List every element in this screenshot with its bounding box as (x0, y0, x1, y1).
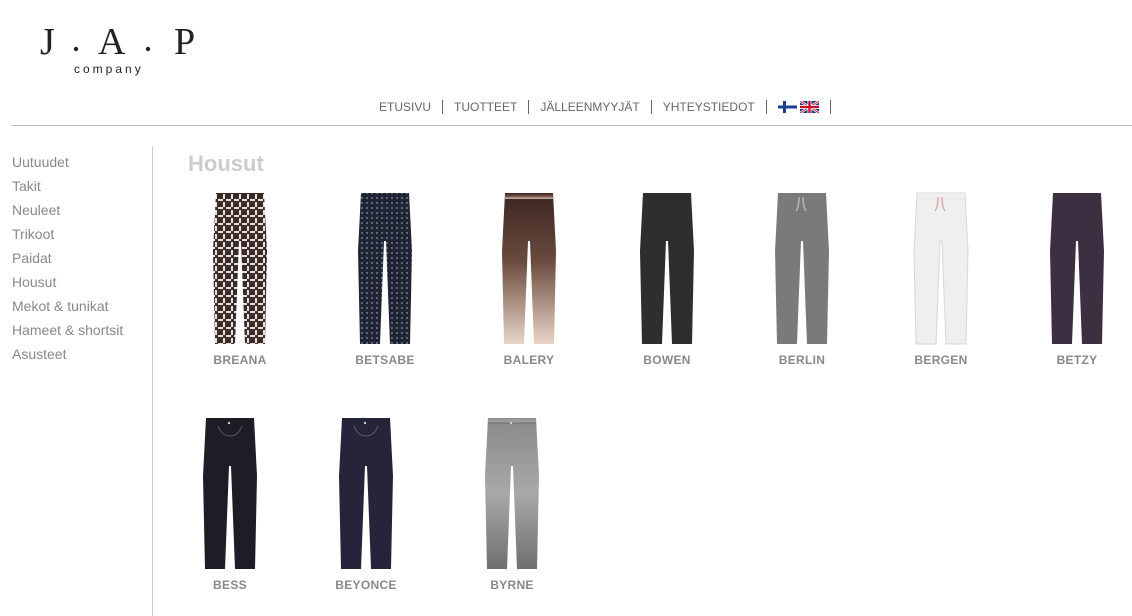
product-image[interactable] (1047, 191, 1107, 347)
product-card-breana[interactable]: BREANA (180, 191, 300, 367)
product-image[interactable] (772, 191, 832, 347)
product-image[interactable] (911, 191, 971, 347)
nav-tuotteet[interactable]: TUOTTEET (443, 100, 530, 114)
product-name[interactable]: BERGEN (881, 353, 1001, 367)
sidebar-item-mekot-tunikat[interactable]: Mekot & tunikat (12, 294, 123, 318)
sidebar-item-uutuudet[interactable]: Uutuudet (12, 150, 123, 174)
sidebar-item-housut[interactable]: Housut (12, 270, 123, 294)
product-name[interactable]: BOWEN (607, 353, 727, 367)
product-name[interactable]: BESS (170, 578, 290, 592)
sidebar-item-hameet-shortsit[interactable]: Hameet & shortsit (12, 318, 123, 342)
sidebar-item-asusteet[interactable]: Asusteet (12, 342, 123, 366)
uk-flag-icon[interactable] (799, 101, 819, 113)
logo[interactable]: J A P company (40, 21, 200, 76)
nav-jalleenmyyjat[interactable]: JÄLLEENMYYJÄT (529, 100, 652, 114)
sidebar-item-takit[interactable]: Takit (12, 174, 123, 198)
product-name[interactable]: BYRNE (452, 578, 572, 592)
product-card-beyonce[interactable]: BEYONCE (306, 416, 426, 592)
language-switcher (767, 100, 831, 114)
product-card-bess[interactable]: BESS (170, 416, 290, 592)
product-image[interactable] (336, 416, 396, 572)
top-navigation: ETUSIVU TUOTTEET JÄLLEENMYYJÄT YHTEYSTIE… (368, 100, 831, 114)
product-card-byrne[interactable]: BYRNE (452, 416, 572, 592)
product-name[interactable]: BETSABE (325, 353, 445, 367)
product-image[interactable] (355, 191, 415, 347)
nav-yhteystiedot[interactable]: YHTEYSTIEDOT (652, 100, 767, 114)
product-image[interactable] (210, 191, 270, 347)
product-image[interactable] (637, 191, 697, 347)
sidebar-item-paidat[interactable]: Paidat (12, 246, 123, 270)
header-divider (12, 125, 1132, 126)
product-name[interactable]: BREANA (180, 353, 300, 367)
sidebar-divider (152, 146, 153, 616)
product-card-balery[interactable]: BALERY (469, 191, 589, 367)
product-image[interactable] (499, 191, 559, 347)
logo-subtitle: company (74, 62, 144, 76)
svg-text:J: J (40, 22, 55, 62)
logo-wordmark-graphic: J A P (40, 21, 195, 63)
product-card-berlin[interactable]: BERLIN (742, 191, 862, 367)
product-card-bowen[interactable]: BOWEN (607, 191, 727, 367)
page-title: Housut (188, 151, 264, 176)
svg-text:A: A (98, 22, 126, 62)
product-name[interactable]: BALERY (469, 353, 589, 367)
product-name[interactable]: BEYONCE (306, 578, 426, 592)
sidebar-item-trikoot[interactable]: Trikoot (12, 222, 123, 246)
product-image[interactable] (482, 416, 542, 572)
nav-etusivu[interactable]: ETUSIVU (368, 100, 444, 114)
product-name[interactable]: BERLIN (742, 353, 862, 367)
product-name[interactable]: BETZY (1017, 353, 1132, 367)
product-card-betsabe[interactable]: BETSABE (325, 191, 445, 367)
product-card-betzy[interactable]: BETZY (1017, 191, 1132, 367)
product-image[interactable] (200, 416, 260, 572)
svg-text:P: P (174, 22, 195, 62)
finnish-flag-icon[interactable] (777, 101, 797, 113)
category-sidebar: Uutuudet Takit Neuleet Trikoot Paidat Ho… (12, 150, 123, 366)
product-card-bergen[interactable]: BERGEN (881, 191, 1001, 367)
sidebar-item-neuleet[interactable]: Neuleet (12, 198, 123, 222)
